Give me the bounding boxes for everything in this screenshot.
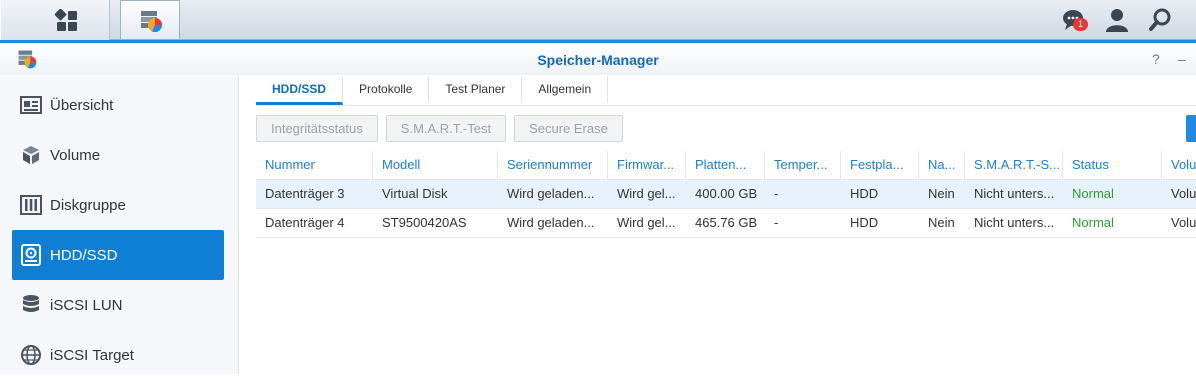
column-header-name[interactable]: Na... (919, 151, 965, 179)
cell-serial: Wird geladen... (507, 215, 595, 230)
sidebar-item-label: Übersicht (50, 96, 114, 114)
globe-icon (20, 344, 42, 366)
search-button[interactable] (1148, 7, 1174, 33)
sidebar-item-label: iSCSI Target (50, 346, 134, 364)
diskgroup-icon (20, 194, 42, 216)
sidebar-item-label: Volume (50, 146, 101, 164)
minimize-button[interactable]: – (1178, 51, 1186, 67)
cell-disk-size: 400.00 GB (695, 186, 758, 201)
sidebar-item-label: HDD/SSD (50, 246, 118, 264)
integrity-status-button[interactable]: Integritätsstatus (256, 115, 378, 142)
hdd-icon (20, 244, 42, 266)
user-button[interactable] (1104, 7, 1130, 33)
table-row[interactable]: Datenträger 3 Virtual Disk Wird geladen.… (256, 180, 1196, 209)
table-row[interactable]: Datenträger 4 ST9500420AS Wird geladen..… (256, 209, 1196, 238)
tab-test-planer[interactable]: Test Planer (429, 76, 523, 102)
column-header-model[interactable]: Modell (373, 151, 498, 179)
secure-erase-button[interactable]: Secure Erase (514, 115, 623, 142)
cell-number: Datenträger 3 (265, 186, 345, 201)
sidebar-item-overview[interactable]: Übersicht (12, 80, 224, 130)
sidebar-item-volume[interactable]: Volume (12, 130, 224, 180)
cell-smart-status: Nicht unters... (974, 215, 1055, 230)
table-header: Nummer Modell Seriennummer Firmwar... Pl… (256, 151, 1196, 180)
window-title: Speicher-Manager (537, 52, 659, 68)
storage-manager-taskbar-button[interactable] (120, 0, 180, 40)
cell-firmware: Wird gel... (617, 215, 676, 230)
main-menu-button[interactable] (0, 0, 110, 40)
toolbar: Integritätsstatus S.M.A.R.T.-Test Secure… (256, 115, 623, 142)
cell-name: Nein (928, 186, 955, 201)
database-icon (20, 294, 42, 316)
cell-temperature: - (774, 186, 779, 201)
cell-smart-status: Nicht unters... (974, 186, 1055, 201)
sidebar: Übersicht Volume Diskgruppe HDD/SSD iSCS… (0, 75, 239, 374)
sidebar-item-label: Diskgruppe (50, 196, 126, 214)
notifications-button[interactable]: 1 (1058, 8, 1088, 34)
sidebar-item-hdd-ssd[interactable]: HDD/SSD (12, 230, 224, 280)
sidebar-item-label: iSCSI LUN (50, 296, 123, 314)
help-button[interactable]: ? (1152, 51, 1160, 67)
column-header-disk-type[interactable]: Festpla... (841, 151, 919, 179)
cell-temperature: - (774, 215, 779, 230)
smart-test-button[interactable]: S.M.A.R.T.-Test (385, 115, 507, 142)
column-header-number[interactable]: Nummer (256, 151, 373, 179)
column-header-volume[interactable]: Volu (1162, 151, 1196, 179)
cell-status: Normal (1072, 186, 1114, 201)
column-header-disk-size[interactable]: Platten... (686, 151, 765, 179)
tab-protokolle[interactable]: Protokolle (343, 76, 430, 102)
cell-serial: Wird geladen... (507, 186, 595, 201)
overview-icon (20, 94, 42, 116)
column-header-smart-status[interactable]: S.M.A.R.T.-S... (965, 151, 1063, 179)
column-header-serial[interactable]: Seriennummer (498, 151, 608, 179)
action-button[interactable] (1186, 115, 1196, 142)
cell-volume: Volu (1171, 186, 1196, 201)
cell-firmware: Wird gel... (617, 186, 676, 201)
tab-allgemein[interactable]: Allgemein (522, 76, 609, 102)
cell-disk-size: 465.76 GB (695, 215, 758, 230)
tab-bar: HDD/SSD Protokolle Test Planer Allgemein (256, 76, 609, 106)
cell-model: Virtual Disk (382, 186, 448, 201)
cell-number: Datenträger 4 (265, 215, 345, 230)
cell-disk-type: HDD (850, 186, 879, 201)
column-header-status[interactable]: Status (1063, 151, 1162, 179)
grid-icon (55, 9, 77, 31)
notification-badge: 1 (1073, 18, 1088, 31)
volume-icon (20, 144, 42, 166)
cell-disk-type: HDD (850, 215, 879, 230)
column-header-firmware[interactable]: Firmwar... (608, 151, 686, 179)
cell-status: Normal (1072, 215, 1114, 230)
search-icon (1149, 8, 1171, 31)
tab-hdd-ssd[interactable]: HDD/SSD (256, 76, 344, 105)
tab-divider (256, 105, 1196, 106)
sidebar-item-iscsi-target[interactable]: iSCSI Target (12, 330, 224, 380)
cell-name: Nein (928, 215, 955, 230)
user-icon (1106, 9, 1128, 32)
storage-manager-icon (141, 11, 163, 33)
cell-volume: Volu (1171, 215, 1196, 230)
disk-table: Nummer Modell Seriennummer Firmwar... Pl… (256, 151, 1196, 238)
column-header-temperature[interactable]: Temper... (765, 151, 841, 179)
sidebar-item-diskgroup[interactable]: Diskgruppe (12, 180, 224, 230)
taskbar: 1 (0, 0, 1196, 40)
sidebar-item-iscsi-lun[interactable]: iSCSI LUN (12, 280, 224, 330)
window-title-bar: Speicher-Manager ? – (0, 40, 1196, 75)
cell-model: ST9500420AS (382, 215, 467, 230)
